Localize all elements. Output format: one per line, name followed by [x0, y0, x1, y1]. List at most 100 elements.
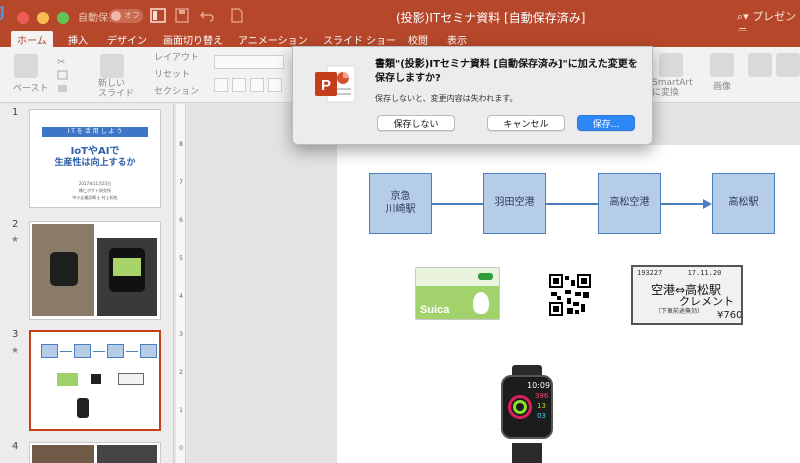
train-ticket-image[interactable]: 193227 17.11.20 空港⇔高松駅 クレメント 〔下車前途無効〕 ¥7… [631, 265, 743, 325]
slide-thumbnail-pane: 1 I T を 活 用 し よ う IoTやAIで 生産性は向上するか 2017… [0, 104, 174, 463]
slide-thumbnail-2[interactable] [29, 221, 161, 320]
title-bar: g 自動保存 オフ (投影)ITセミナ資料 [自動保存済み] ⌕▾ プレゼンテ [0, 0, 800, 39]
watch-stat-move: 396 [535, 392, 549, 400]
dont-save-button[interactable]: 保存しない [377, 115, 455, 131]
new-slide-icon[interactable] [100, 54, 124, 78]
search-field[interactable]: ⌕▾ プレゼンテ [737, 8, 800, 39]
ruler-number: 5 [179, 255, 183, 262]
thumb-number-4: 4 [12, 441, 19, 452]
thumb3-qr-icon [91, 374, 101, 384]
suica-card-image[interactable]: Suica [415, 267, 500, 320]
thumb4-photo [32, 445, 94, 463]
slide-thumbnail-3-selected[interactable] [29, 330, 161, 431]
ruler-number: 8 [179, 141, 183, 148]
watch-stat-stand: 03 [537, 412, 546, 420]
tab-insert[interactable]: 挿入 [68, 31, 88, 47]
reset-button[interactable]: リセット [154, 67, 190, 80]
watch-suica-photo [97, 238, 157, 316]
watch-stat-exercise: 13 [537, 402, 546, 410]
section-button[interactable]: セクション [154, 84, 199, 97]
cancel-button[interactable]: キャンセル [487, 115, 565, 131]
ticket-note: 〔下車前途無効〕 [655, 308, 704, 315]
svg-text:✂: ✂ [57, 57, 65, 68]
sidebar-toggle-icon[interactable] [150, 8, 166, 23]
close-window-button[interactable] [17, 12, 29, 24]
paste-label: ペースト [13, 84, 49, 94]
shapes-icon[interactable] [748, 53, 772, 77]
ruler-number: 2 [179, 369, 183, 376]
tab-review[interactable]: 校閲 [408, 31, 428, 47]
ruler-number: 6 [179, 217, 183, 224]
animation-star-icon: ★ [11, 235, 20, 245]
thumb3-arrow [126, 351, 138, 352]
minimize-window-button[interactable] [37, 12, 49, 24]
undo-icon[interactable] [199, 8, 215, 23]
dialog-subtext: 保存しないと、変更内容は失われます。 [375, 94, 518, 103]
flow-box-takamatsu-airport[interactable]: 高松空港 [598, 173, 661, 234]
ruler-number: 4 [179, 293, 183, 300]
strikethrough-button[interactable] [268, 78, 282, 92]
paste-icon[interactable] [14, 54, 38, 78]
penguin-icon [473, 292, 489, 314]
maximize-window-button[interactable] [57, 12, 69, 24]
flow-arrow [661, 203, 705, 205]
bold-button[interactable] [214, 78, 228, 92]
flow-box-takamatsu-station[interactable]: 高松駅 [712, 173, 775, 234]
activity-ring-inner [513, 400, 527, 414]
toggle-knob [111, 11, 121, 21]
tab-slideshow[interactable]: スライド ショー [323, 31, 396, 47]
animation-star-icon: ★ [11, 346, 20, 356]
apple-watch-image[interactable]: 10:09 396 13 03 [499, 365, 555, 463]
layout-button[interactable]: レイアウト [154, 50, 199, 63]
thumb3-box [140, 344, 157, 358]
save-button[interactable]: 保存... [577, 115, 635, 131]
save-icon[interactable] [174, 8, 190, 23]
window-title: (投影)ITセミナ資料 [自動保存済み] [396, 11, 586, 25]
watch-wrist-photo [32, 224, 94, 316]
flow-box-haneda[interactable]: 羽田空港 [483, 173, 546, 234]
tab-home[interactable]: ホーム [11, 31, 53, 47]
tab-transitions[interactable]: 画面切り替え [163, 31, 223, 47]
underline-button[interactable] [250, 78, 264, 92]
tab-view[interactable]: 表示 [447, 31, 467, 47]
thumb4-photo [97, 445, 157, 463]
image-label: 画像 [713, 82, 732, 92]
powerpoint-app-icon: P [315, 65, 356, 103]
thumb3-box [41, 344, 58, 358]
ruler-number: 3 [179, 331, 183, 338]
tab-design[interactable]: デザイン [107, 31, 147, 47]
search-icon: ⌕▾ [737, 10, 753, 23]
autosave-toggle[interactable]: オフ [109, 9, 143, 23]
watch-screen-icon [109, 248, 145, 292]
flow-box-keikyu-kawasaki[interactable]: 京急 川崎駅 [369, 173, 432, 234]
ticket-header: 193227 17.11.20 [637, 269, 722, 277]
thumb3-watch-icon [77, 398, 89, 418]
new-slide-label: 新しい スライド [98, 79, 135, 99]
clipboard-tools-icons[interactable]: ✂ [56, 55, 70, 95]
tab-animations[interactable]: アニメーション [238, 31, 308, 47]
thumb1-banner: I T を 活 用 し よ う [42, 127, 148, 137]
smartart-label: SmartArt に変換 [652, 78, 693, 98]
watch-body: 10:09 396 13 03 [501, 375, 553, 439]
font-name-field[interactable] [214, 55, 284, 69]
ribbon-tabs: ホーム 挿入 デザイン 画面切り替え アニメーション スライド ショー 校閲 表… [0, 31, 800, 47]
thumb3-box [107, 344, 124, 358]
textbox-icon[interactable] [776, 53, 800, 77]
slide-thumbnail-4[interactable] [29, 442, 161, 463]
suica-card-icon [113, 258, 141, 276]
dialog-message: 書類"(投影)ITセミナ資料 [自動保存済み]"に加えた変更を保存しますか? [375, 59, 638, 84]
svg-text:P: P [321, 77, 331, 94]
smartart-icon[interactable] [659, 53, 683, 77]
thumb-number-1: 1 [12, 107, 19, 118]
thumb1-date: 2017年11月23日 [78, 181, 112, 186]
arrowhead-icon [703, 199, 712, 209]
watch-face-icon [50, 252, 78, 286]
italic-button[interactable] [232, 78, 246, 92]
ticket-price: ¥760 [717, 310, 743, 321]
document-icon[interactable] [229, 8, 245, 23]
qr-code-icon[interactable] [549, 274, 591, 316]
image-icon[interactable] [710, 53, 734, 77]
slide-thumbnail-1[interactable]: I T を 活 用 し よ う IoTやAIで 生産性は向上するか 2017年1… [29, 109, 161, 208]
current-slide: 京急 川崎駅 羽田空港 高松空港 高松駅 Suica 193227 17.11.… [337, 145, 800, 463]
thumb1-org: 株仁ボケト研究所 [79, 188, 111, 193]
